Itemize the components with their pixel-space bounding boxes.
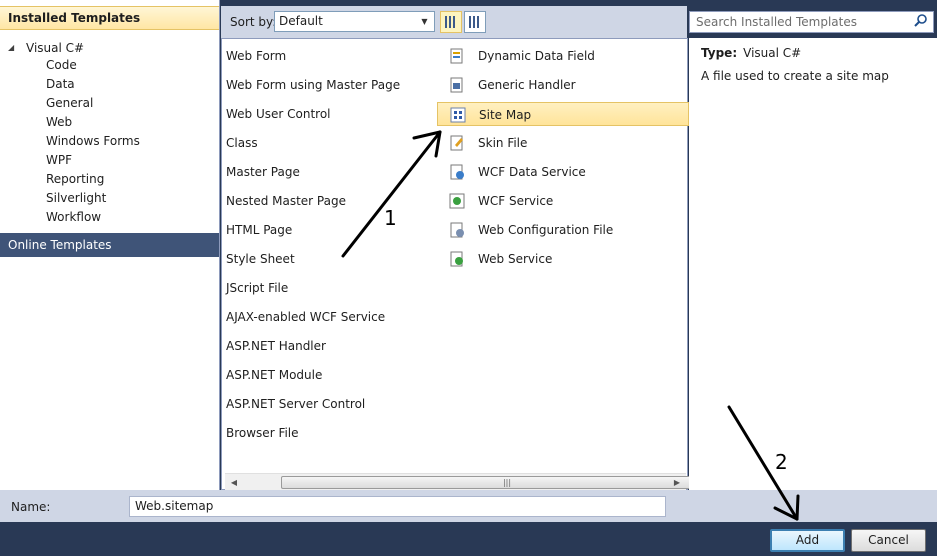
tree-item-windows-forms[interactable]: Windows Forms [46, 132, 140, 150]
add-button[interactable]: Add [770, 529, 845, 552]
template-web-form-master[interactable]: Web Form using Master Page [226, 73, 400, 97]
template-categories-pane: Installed Templates ◢ Visual C# Code Dat… [0, 0, 220, 490]
config-file-icon [450, 222, 464, 238]
tree-item-web[interactable]: Web [46, 113, 72, 131]
tree-item-general[interactable]: General [46, 94, 93, 112]
template-label: Web Service [478, 252, 553, 266]
type-value: Visual C# [743, 46, 802, 60]
wcf-data-icon [450, 164, 464, 180]
details-view-icon [469, 16, 481, 28]
search-icon[interactable] [913, 13, 929, 29]
template-aspnet-handler[interactable]: ASP.NET Handler [226, 334, 326, 358]
add-new-item-dialog: Installed Templates ◢ Visual C# Code Dat… [0, 0, 937, 556]
template-label: WCF Service [478, 194, 554, 208]
template-wcf-data-service[interactable]: WCF Data Service [437, 160, 689, 184]
template-label: Skin File [478, 136, 528, 150]
annotation-number-2: 2 [775, 450, 788, 474]
tree-item-reporting[interactable]: Reporting [46, 170, 104, 188]
installed-templates-header[interactable]: Installed Templates [0, 6, 219, 30]
template-jscript-file[interactable]: JScript File [226, 276, 288, 300]
template-wcf-service[interactable]: WCF Service [437, 189, 689, 213]
sort-toolbar: Sort by: Default ▼ [221, 6, 687, 38]
type-line: Type: Visual C# [701, 46, 801, 60]
template-nested-master-page[interactable]: Nested Master Page [226, 189, 346, 213]
template-web-service[interactable]: Web Service [437, 247, 689, 271]
search-input[interactable]: Search Installed Templates [689, 11, 934, 33]
template-class[interactable]: Class [226, 131, 258, 155]
template-details-pane: Type: Visual C# A file used to create a s… [689, 38, 937, 490]
wcf-service-icon [449, 193, 465, 209]
dynamic-data-icon [450, 48, 463, 64]
handler-icon [450, 77, 463, 93]
template-label: Site Map [479, 108, 532, 122]
annotation-number-1: 1 [384, 206, 397, 230]
name-bar: Name: Web.sitemap [0, 490, 937, 522]
tree-item-data[interactable]: Data [46, 75, 75, 93]
template-skin-file[interactable]: Skin File [437, 131, 689, 155]
tree-item-wpf[interactable]: WPF [46, 151, 72, 169]
online-templates-header[interactable]: Online Templates [0, 233, 219, 257]
template-label: Web Configuration File [478, 223, 614, 237]
cancel-button[interactable]: Cancel [851, 529, 926, 552]
list-view-icon [445, 16, 457, 28]
name-input[interactable]: Web.sitemap [129, 496, 666, 517]
template-style-sheet[interactable]: Style Sheet [226, 247, 295, 271]
template-web-user-control[interactable]: Web User Control [226, 102, 331, 126]
template-html-page[interactable]: HTML Page [226, 218, 292, 242]
template-dynamic-data-field[interactable]: Dynamic Data Field [437, 44, 689, 68]
horizontal-scrollbar[interactable]: ◀ ||| ▶ [225, 473, 733, 490]
scroll-left-icon[interactable]: ◀ [227, 476, 241, 489]
template-label: WCF Data Service [478, 165, 586, 179]
template-ajax-wcf-service[interactable]: AJAX-enabled WCF Service [226, 305, 385, 329]
sitemap-icon [450, 107, 466, 123]
template-web-form[interactable]: Web Form [226, 44, 286, 68]
tree-root-label: Visual C# [26, 40, 85, 55]
template-aspnet-module[interactable]: ASP.NET Module [226, 363, 322, 387]
sort-by-label: Sort by: [230, 15, 277, 29]
skin-file-icon [450, 135, 463, 151]
medium-icons-view-button[interactable] [440, 11, 462, 33]
search-placeholder: Search Installed Templates [696, 15, 857, 29]
type-label: Type: [701, 46, 738, 60]
tree-item-silverlight[interactable]: Silverlight [46, 189, 106, 207]
sort-by-value: Default [279, 14, 323, 28]
scrollbar-thumb[interactable]: ||| [281, 476, 733, 489]
expand-triangle-icon[interactable]: ◢ [8, 43, 18, 52]
template-generic-handler[interactable]: Generic Handler [437, 73, 689, 97]
tree-item-workflow[interactable]: Workflow [46, 208, 101, 226]
tree-item-code[interactable]: Code [46, 56, 77, 74]
web-service-icon [450, 251, 463, 267]
sort-by-select[interactable]: Default ▼ [274, 11, 435, 32]
template-browser-file[interactable]: Browser File [226, 421, 299, 445]
small-icons-view-button[interactable] [464, 11, 486, 33]
template-web-config-file[interactable]: Web Configuration File [437, 218, 689, 242]
scroll-right-icon[interactable]: ▶ [670, 476, 684, 489]
template-aspnet-server-control[interactable]: ASP.NET Server Control [226, 392, 365, 416]
template-description: A file used to create a site map [701, 69, 889, 83]
tree-root-visual-csharp[interactable]: ◢ Visual C# [8, 39, 84, 56]
name-label: Name: [11, 500, 51, 514]
chevron-down-icon[interactable]: ▼ [417, 14, 432, 29]
template-list: Web Form Web Form using Master Page Web … [221, 38, 733, 490]
template-label: Dynamic Data Field [478, 49, 595, 63]
template-site-map[interactable]: Site Map [437, 102, 689, 126]
template-master-page[interactable]: Master Page [226, 160, 300, 184]
template-label: Generic Handler [478, 78, 576, 92]
